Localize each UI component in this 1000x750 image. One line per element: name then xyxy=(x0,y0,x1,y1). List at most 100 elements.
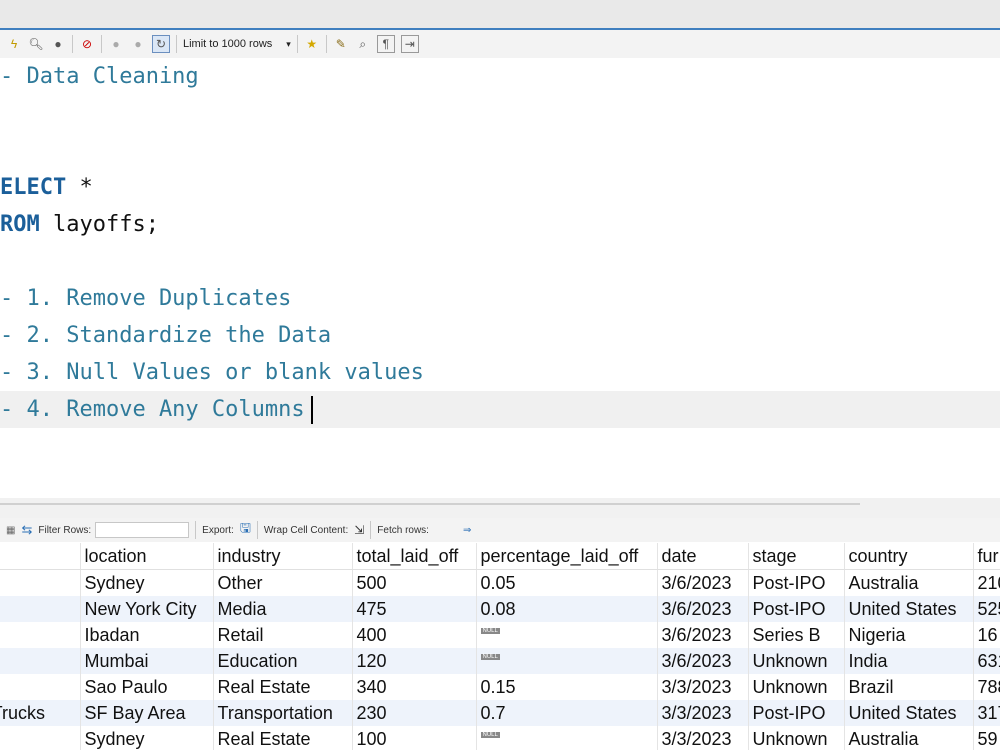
filter-rows-input[interactable] xyxy=(95,522,190,538)
table-cell[interactable]: Unknown xyxy=(748,648,845,674)
table-cell[interactable]: United States xyxy=(844,596,974,622)
table-cell[interactable]: 3/3/2023 xyxy=(657,700,749,726)
wrap-icon[interactable]: ⇥ xyxy=(400,35,419,53)
panel-splitter[interactable] xyxy=(0,498,1000,518)
table-cell[interactable]: NULL xyxy=(476,622,658,648)
table-cell[interactable]: 210 xyxy=(973,569,1000,596)
column-header[interactable]: ny xyxy=(0,543,81,570)
lightning-icon[interactable]: ϟ xyxy=(6,36,22,52)
table-cell[interactable]: Unknown xyxy=(748,726,845,750)
table-cell[interactable]: Australia xyxy=(844,569,974,596)
chevron-down-icon[interactable]: ▾ xyxy=(286,39,291,50)
table-cell[interactable]: 100 xyxy=(352,726,477,750)
table-cell[interactable]: NULL xyxy=(476,648,658,674)
table-cell[interactable]: Media xyxy=(213,596,353,622)
table-cell[interactable]: 3/3/2023 xyxy=(657,674,749,700)
table-cell[interactable]: 0.15 xyxy=(476,674,658,700)
invisible-chars-icon[interactable]: ¶ xyxy=(376,35,395,53)
wrap-cell-icon[interactable]: ⇲ xyxy=(354,523,364,537)
autocommit-icon[interactable]: ↻ xyxy=(152,35,170,53)
table-cell[interactable]: n xyxy=(0,569,81,596)
table-cell[interactable]: 3/3/2023 xyxy=(657,726,749,750)
grid-icon[interactable]: ▦ xyxy=(6,525,15,536)
column-header[interactable]: location xyxy=(80,543,214,570)
stop-icon[interactable]: ● xyxy=(50,36,66,52)
table-cell[interactable]: 3/6/2023 xyxy=(657,596,749,622)
horizontal-scrollbar[interactable] xyxy=(0,503,860,505)
table-cell[interactable]: Post-IPO xyxy=(748,569,845,596)
table-cell[interactable]: 525 xyxy=(973,596,1000,622)
column-header[interactable]: fur xyxy=(973,543,1000,570)
table-row[interactable]: Ibadan Retail 400 NULL 3/6/2023 Series B Niger… xyxy=(0,622,1000,648)
brush-icon[interactable]: ✎ xyxy=(333,36,349,52)
table-cell[interactable]: Real Estate xyxy=(213,674,353,700)
table-cell[interactable]: 340 xyxy=(352,674,477,700)
table-cell[interactable] xyxy=(0,674,81,700)
rollback-icon[interactable]: ● xyxy=(130,36,146,52)
column-header[interactable]: date xyxy=(657,543,749,570)
table-row[interactable]: k TrucksSF Bay AreaTransportation2300.73… xyxy=(0,700,1000,726)
table-cell[interactable]: 0.7 xyxy=(476,700,658,726)
table-cell[interactable]: 0.05 xyxy=(476,569,658,596)
export-icon[interactable]: 🖫︎ xyxy=(240,519,251,541)
table-row[interactable]: dMumbaiEducation120NULL 3/6/2023UnknownIn… xyxy=(0,648,1000,674)
limit-rows-select[interactable]: Limit to 1000 rows xyxy=(183,38,272,50)
sql-editor[interactable]: - Data Cleaning ELECT * ROM layoffs; - 1… xyxy=(0,58,1000,498)
fetch-rows-icon[interactable]: ⇒ xyxy=(463,525,471,536)
table-cell[interactable]: 500 xyxy=(352,569,477,596)
result-grid[interactable]: ny location industry total_laid_off perc… xyxy=(0,543,1000,750)
column-header[interactable]: percentage_laid_off xyxy=(476,543,658,570)
table-cell[interactable] xyxy=(0,726,81,750)
table-cell[interactable]: Unknown xyxy=(748,674,845,700)
table-cell[interactable]: 16 xyxy=(973,622,1000,648)
table-cell[interactable]: Mumbai xyxy=(80,648,214,674)
table-cell[interactable]: 631 xyxy=(973,648,1000,674)
table-cell[interactable]: k Trucks xyxy=(0,700,81,726)
table-cell[interactable]: Retail xyxy=(213,622,353,648)
table-cell[interactable]: 3/6/2023 xyxy=(657,569,749,596)
table-cell[interactable]: 317 xyxy=(973,700,1000,726)
table-cell[interactable]: NULL xyxy=(476,726,658,750)
table-row[interactable]: Sao Paulo Real Estate 340 0.15 3/3/2023 Unkno… xyxy=(0,674,1000,700)
table-cell[interactable]: Other xyxy=(213,569,353,596)
table-cell[interactable]: Sydney xyxy=(80,569,214,596)
search-icon[interactable]: ⌕ xyxy=(355,36,371,52)
table-cell[interactable]: SF Bay Area xyxy=(80,700,214,726)
table-cell[interactable]: New York City xyxy=(80,596,214,622)
table-cell[interactable]: Series B xyxy=(748,622,845,648)
column-header[interactable]: industry xyxy=(213,543,353,570)
table-cell[interactable]: Sao Paulo xyxy=(80,674,214,700)
table-cell[interactable]: 230 xyxy=(352,700,477,726)
column-header[interactable]: country xyxy=(844,543,974,570)
table-cell[interactable]: 120 xyxy=(352,648,477,674)
table-cell[interactable]: Real Estate xyxy=(213,726,353,750)
refresh-icon[interactable]: ⇆ xyxy=(21,522,32,538)
table-cell[interactable]: Ibadan xyxy=(80,622,214,648)
table-cell[interactable]: 475 xyxy=(352,596,477,622)
table-cell[interactable]: Post-IPO xyxy=(748,700,845,726)
table-cell[interactable]: India xyxy=(844,648,974,674)
table-row[interactable]: Sydney Real Estate 100 NULL 3/3/2023 Unknown A… xyxy=(0,726,1000,750)
table-cell[interactable]: 3/6/2023 xyxy=(657,622,749,648)
table-row[interactable]: MNew York CityMedia4750.083/6/2023Post-I… xyxy=(0,596,1000,622)
table-cell[interactable]: Sydney xyxy=(80,726,214,750)
table-cell[interactable]: Australia xyxy=(844,726,974,750)
table-cell[interactable] xyxy=(0,622,81,648)
table-cell[interactable]: Brazil xyxy=(844,674,974,700)
table-cell[interactable]: 3/6/2023 xyxy=(657,648,749,674)
table-cell[interactable]: Nigeria xyxy=(844,622,974,648)
table-cell[interactable]: Education xyxy=(213,648,353,674)
commit-icon[interactable]: ● xyxy=(108,36,124,52)
magnifier-icon[interactable]: 🔍︎ xyxy=(28,36,44,52)
table-cell[interactable]: 59 xyxy=(973,726,1000,750)
table-cell[interactable]: Post-IPO xyxy=(748,596,845,622)
table-cell[interactable]: 400 xyxy=(352,622,477,648)
column-header[interactable]: stage xyxy=(748,543,845,570)
table-cell[interactable]: d xyxy=(0,648,81,674)
table-cell[interactable]: 0.08 xyxy=(476,596,658,622)
star-icon[interactable]: ★ xyxy=(304,36,320,52)
column-header[interactable]: total_laid_off xyxy=(352,543,477,570)
table-cell[interactable]: Transportation xyxy=(213,700,353,726)
stop-on-error-icon[interactable]: ⊘ xyxy=(79,36,95,52)
table-row[interactable]: nSydneyOther5000.053/6/2023Post-IPOAustr… xyxy=(0,569,1000,596)
